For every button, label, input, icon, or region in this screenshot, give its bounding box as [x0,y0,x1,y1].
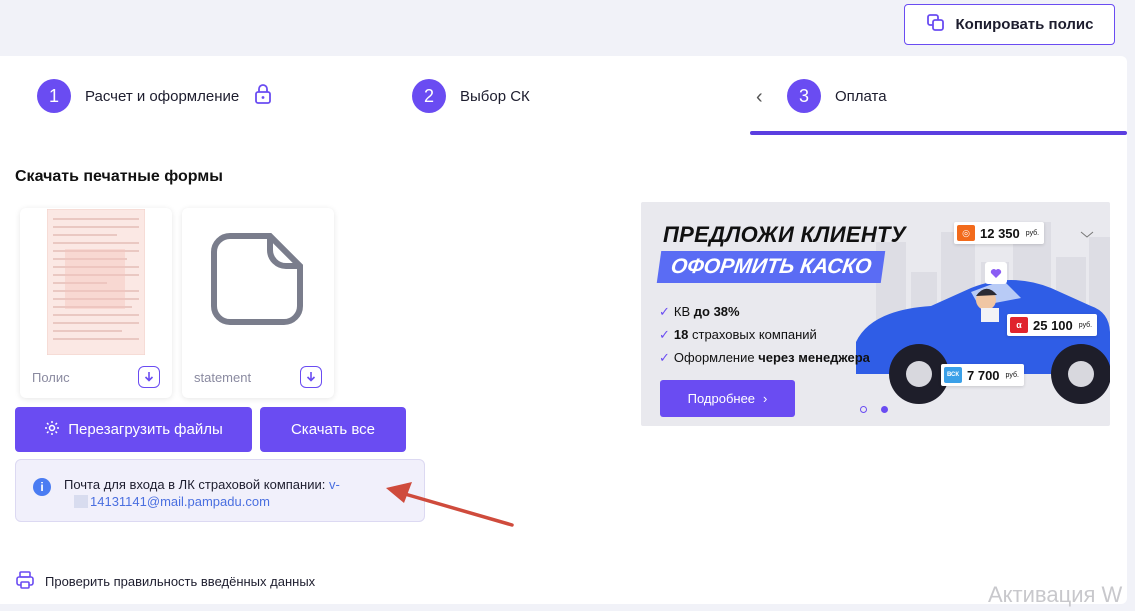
download-all-label: Скачать все [290,421,376,438]
insurer-logo-icon: ◎ [957,225,975,241]
email-prefix[interactable]: v- [329,477,340,492]
copy-policy-label: Копировать полис [955,16,1094,33]
chevron-left-icon[interactable]: ‹ [756,86,763,109]
step-number: 3 [787,79,821,113]
file-card-policy[interactable]: Полис [20,208,172,398]
step-label: Оплата [835,87,887,105]
redacted-block [74,495,88,508]
top-bar: Копировать полис [0,0,1135,56]
download-icon[interactable] [138,366,160,388]
main-panel: 1 Расчет и оформление 2 Выбор СК ‹ 3 Опл… [0,56,1127,604]
copy-policy-button[interactable]: Копировать полис [904,4,1115,45]
carousel-dots [860,406,888,413]
carousel-dot[interactable] [860,406,867,413]
banner-subheadline: ОФОРМИТЬ КАСКО [656,251,886,283]
step-calculation[interactable]: 1 Расчет и оформление [37,79,273,113]
document-icon [210,232,306,333]
step-payment[interactable]: 3 Оплата [787,79,887,113]
banner-benefits: ✓ КВ до 38% ✓ 18 страховых компаний ✓ Оформ… [659,300,870,369]
email-link[interactable]: 14131141@mail.pampadu.com [90,494,270,509]
insurer-email-info: i Почта для входа в ЛК страховой компани… [15,459,425,522]
chevron-right-icon: › [763,391,768,406]
active-step-indicator [750,131,1127,135]
file-card-footer: statement [182,356,334,398]
step-number: 1 [37,79,71,113]
printer-icon [15,570,35,593]
windows-activation-watermark: Активация W [988,582,1123,607]
check-icon: ✓ [659,327,670,342]
reload-files-label: Перезагрузить файлы [68,421,223,438]
check-data-link[interactable]: Проверить правильность введённых данных [15,570,315,593]
price-tag: ◎ 12 350 руб. [954,222,1045,244]
banner-headline: ПРЕДЛОЖИ КЛИЕНТУ [663,222,906,247]
file-name: Полис [32,369,70,385]
info-icon: i [33,478,51,496]
benefit-item: ✓ КВ до 38% [659,304,740,319]
reload-files-button[interactable]: Перезагрузить файлы [15,407,252,452]
check-icon: ✓ [659,350,670,365]
file-card-statement[interactable]: statement [182,208,334,398]
download-all-button[interactable]: Скачать все [260,407,406,452]
step-number: 2 [412,79,446,113]
check-data-label: Проверить правильность введённых данных [45,574,316,589]
download-icon[interactable] [300,366,322,388]
benefit-item: ✓ Оформление через менеджера [659,350,870,365]
price-tag: ВСК 7 700 руб. [941,364,1024,386]
file-card-footer: Полис [20,356,172,398]
step-label: Выбор СК [460,87,530,105]
step-insurer-choice[interactable]: 2 Выбор СК [412,79,530,113]
more-label: Подробнее [687,391,756,406]
benefit-item: ✓ 18 страховых компаний [659,327,817,342]
price-tag: α 25 100 руб. [1007,314,1098,336]
stepper: 1 Расчет и оформление 2 Выбор СК ‹ 3 Опл… [0,56,1127,138]
statement-thumbnail [182,208,334,356]
insurer-logo-icon: ВСК [944,367,962,383]
copy-icon [926,13,946,37]
lock-icon [253,83,273,109]
file-name: statement [194,369,252,385]
more-button[interactable]: Подробнее › [660,380,795,417]
carousel-dot[interactable] [881,406,888,413]
insurer-logo-icon: α [1010,317,1028,333]
gear-icon [44,420,60,440]
info-text: Почта для входа в ЛК страховой компании:… [64,477,340,509]
downloads-title: Скачать печатные формы [15,168,223,185]
policy-thumbnail [20,208,172,356]
step-label: Расчет и оформление [85,87,240,105]
check-icon: ✓ [659,304,670,319]
kasko-promo-banner[interactable]: ПРЕДЛОЖИ КЛИЕНТУ ОФОРМИТЬ КАСКО ✓ КВ до 3… [641,202,1110,426]
